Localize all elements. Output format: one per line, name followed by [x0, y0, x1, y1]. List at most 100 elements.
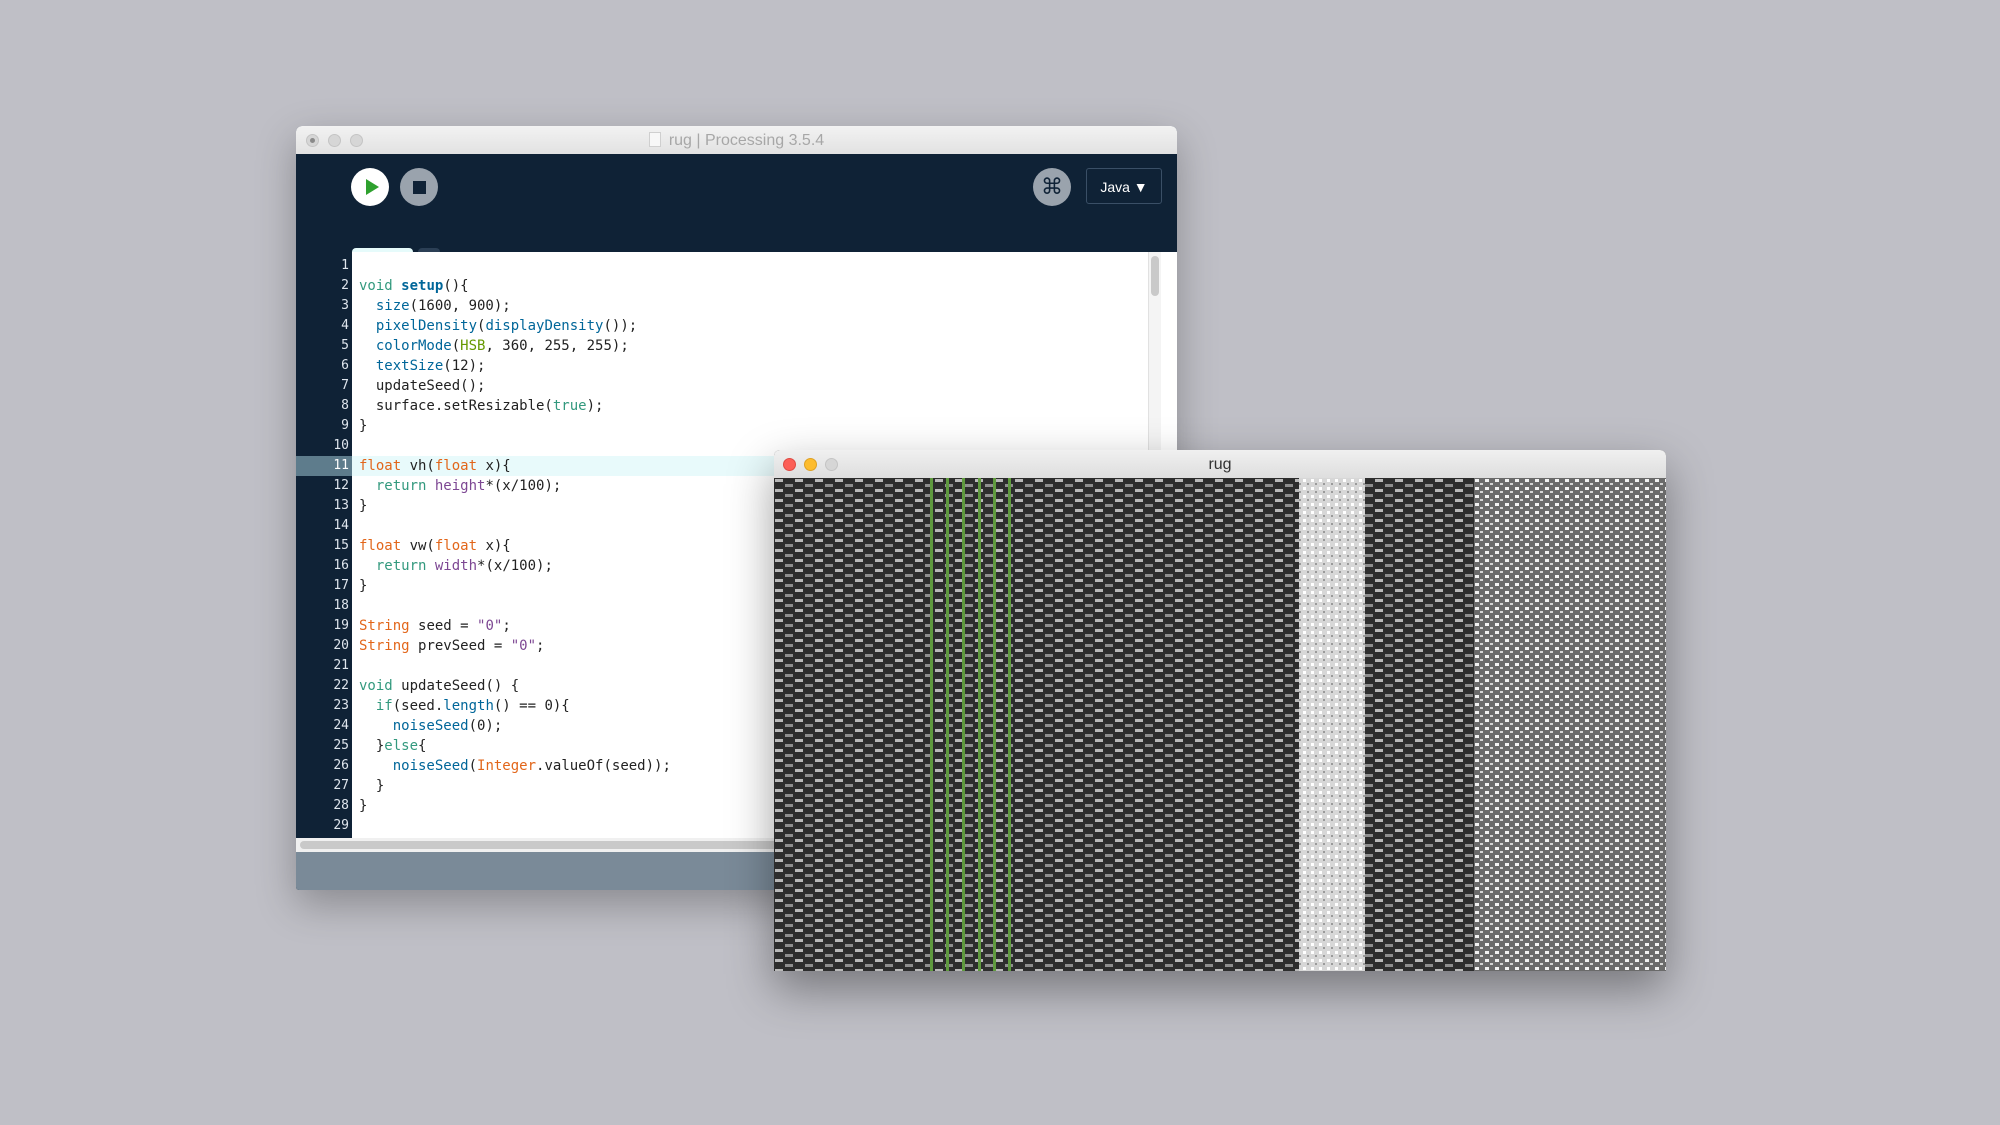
code-token: return — [375, 478, 435, 494]
code-token: ( — [451, 338, 461, 354]
line-number: 29 — [333, 818, 349, 833]
code-line[interactable]: surface.setResizable(true); — [359, 396, 604, 416]
code-token: String — [359, 618, 419, 634]
line-number: 1 — [341, 258, 349, 273]
stop-icon — [412, 180, 426, 194]
line-number: 6 — [341, 358, 349, 373]
stop-button[interactable] — [400, 168, 438, 206]
code-token: height — [434, 478, 486, 494]
code-token: ; — [502, 618, 511, 634]
code-token: prevSeed = — [418, 638, 511, 654]
code-token: ; — [536, 638, 545, 654]
line-number: 24 — [333, 718, 349, 733]
code-line[interactable]: String seed = "0"; — [359, 616, 511, 636]
code-token: "0" — [477, 618, 503, 634]
code-token: vw( — [409, 538, 435, 554]
code-token: displayDensity — [485, 318, 604, 334]
code-token: (seed. — [392, 698, 444, 714]
line-number: 21 — [333, 658, 349, 673]
code-token: noiseSeed — [392, 718, 469, 734]
code-token: } — [359, 798, 368, 814]
code-line[interactable]: void setup(){ — [359, 276, 469, 296]
code-token: } — [359, 738, 385, 754]
code-line[interactable]: return height*(x/100); — [359, 476, 561, 496]
line-number: 7 — [341, 378, 349, 393]
code-token: , 360, 255, 255); — [485, 338, 629, 354]
line-number: 9 — [341, 418, 349, 433]
code-token: float — [434, 458, 486, 474]
code-token: x){ — [485, 538, 511, 554]
line-number: 22 — [333, 678, 349, 693]
vertical-scroll-thumb[interactable] — [1151, 256, 1159, 296]
code-line[interactable]: updateSeed(); — [359, 376, 486, 396]
code-line[interactable]: }else{ — [359, 736, 427, 756]
code-line[interactable]: } — [359, 416, 367, 436]
code-line[interactable]: float vw(float x){ — [359, 536, 511, 556]
ide-titlebar[interactable]: rug | Processing 3.5.4 — [296, 126, 1177, 155]
line-number: 17 — [333, 578, 349, 593]
code-token: float — [359, 458, 410, 474]
line-number: 27 — [333, 778, 349, 793]
run-button[interactable] — [351, 168, 389, 206]
code-token: Integer — [477, 758, 537, 774]
code-token: colorMode — [375, 338, 452, 354]
code-token: size — [375, 298, 410, 314]
code-line[interactable]: } — [359, 776, 384, 796]
code-token: float — [434, 538, 486, 554]
line-number: 5 — [341, 338, 349, 353]
line-number: 10 — [333, 438, 349, 453]
code-token: "0" — [510, 638, 537, 654]
line-number: 23 — [333, 698, 349, 713]
line-number: 16 — [333, 558, 349, 573]
code-token: true — [552, 398, 587, 414]
mode-select[interactable]: Java ▼ — [1086, 168, 1162, 204]
sketch-titlebar[interactable]: rug — [774, 450, 1666, 479]
line-number: 26 — [333, 758, 349, 773]
code-line[interactable]: pixelDensity(displayDensity()); — [359, 316, 637, 336]
code-line[interactable]: } — [359, 576, 367, 596]
code-line[interactable]: void updateSeed() { — [359, 676, 519, 696]
code-line[interactable]: } — [359, 796, 367, 816]
code-token: updateSeed(); — [359, 378, 486, 394]
code-line[interactable]: float vh(float x){ — [359, 456, 511, 476]
code-token: (1600, 900); — [409, 298, 511, 314]
line-number: 11 — [296, 456, 352, 476]
code-line[interactable]: noiseSeed(0); — [359, 716, 503, 736]
line-number: 13 — [333, 498, 349, 513]
code-token: return — [375, 558, 435, 574]
code-token: .valueOf(seed)); — [536, 758, 671, 774]
line-number: 18 — [333, 598, 349, 613]
code-line[interactable]: size(1600, 900); — [359, 296, 511, 316]
code-line[interactable]: return width*(x/100); — [359, 556, 553, 576]
line-number: 4 — [341, 318, 349, 333]
debugger-button[interactable]: ⌘ — [1033, 168, 1071, 206]
code-line[interactable]: } — [359, 496, 367, 516]
line-number: 12 — [333, 478, 349, 493]
code-line[interactable]: String prevSeed = "0"; — [359, 636, 544, 656]
code-token: String — [359, 638, 419, 654]
code-token: else — [384, 738, 419, 754]
line-number-gutter: 1 2 3 4 5 6 7 8 9 10 11 12 13 14 15 16 17 18 19 20 21 22 23 24 2… — [296, 252, 352, 838]
line-number: 14 — [333, 518, 349, 533]
sketch-canvas — [774, 478, 1666, 971]
code-token: *(x/100); — [477, 558, 553, 574]
window-title-wrap: rug | Processing 3.5.4 — [296, 132, 1177, 150]
code-line[interactable]: if(seed.length() == 0){ — [359, 696, 570, 716]
code-token: (12); — [443, 358, 486, 374]
code-token: ()); — [603, 318, 638, 334]
code-line[interactable]: noiseSeed(Integer.valueOf(seed)); — [359, 756, 671, 776]
code-token: textSize — [375, 358, 444, 374]
code-token: *(x/100); — [485, 478, 562, 494]
document-icon — [648, 132, 661, 147]
code-token: void — [359, 678, 402, 694]
code-token: setup — [401, 278, 444, 294]
code-line[interactable]: textSize(12); — [359, 356, 486, 376]
code-line[interactable]: colorMode(HSB, 360, 255, 255); — [359, 336, 629, 356]
debugger-icon: ⌘ — [1041, 174, 1063, 199]
